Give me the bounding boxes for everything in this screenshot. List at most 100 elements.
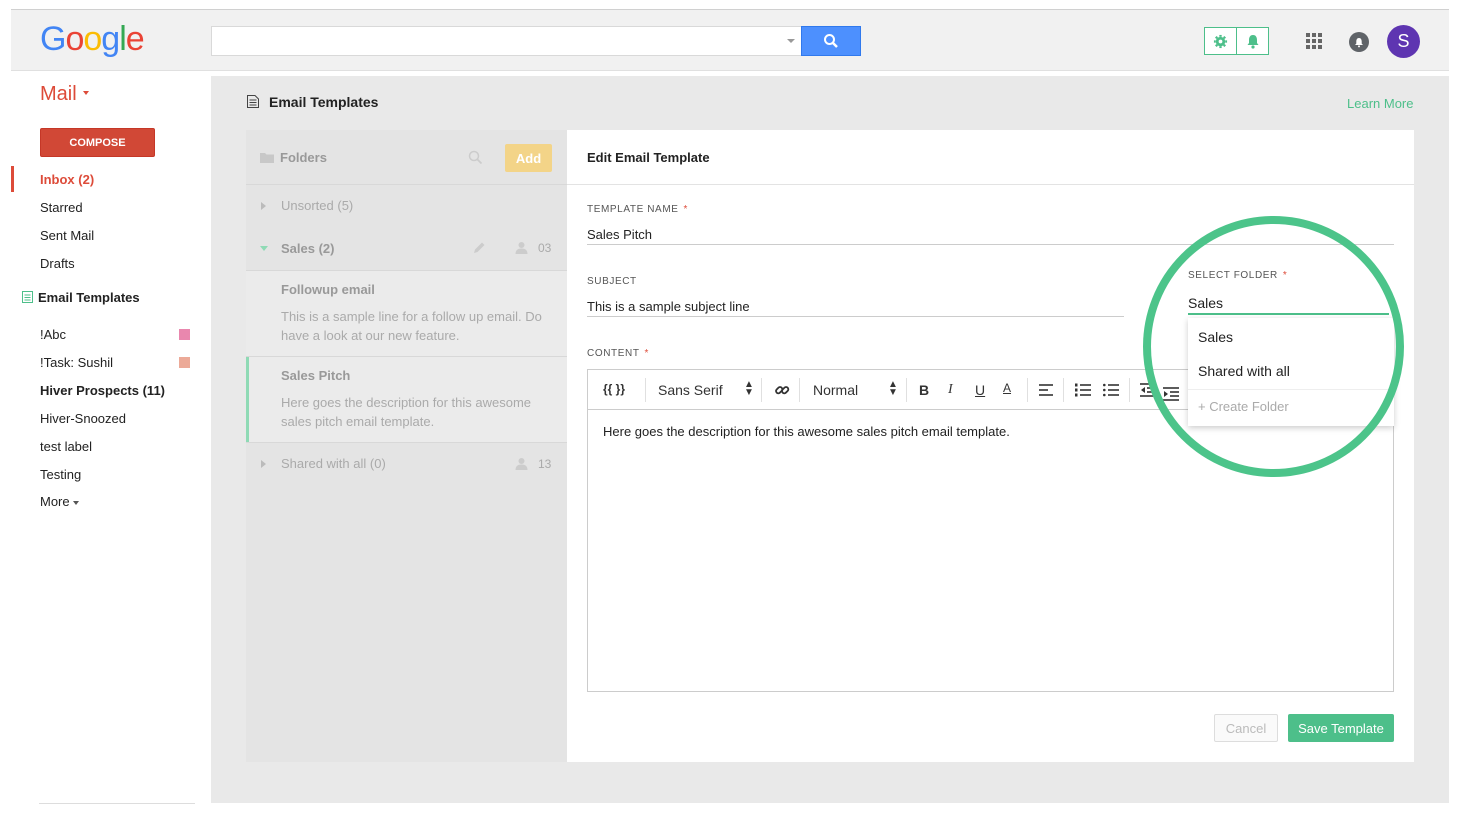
required-mark: * (683, 204, 689, 215)
insert-variable-button[interactable]: {{ }} (603, 382, 625, 396)
outdent-icon[interactable] (1140, 383, 1156, 397)
hiver-notifications-button[interactable] (1236, 28, 1268, 54)
create-folder-option[interactable]: + Create Folder (1198, 399, 1289, 414)
compose-button[interactable]: COMPOSE (40, 128, 155, 157)
edit-template-panel: Edit Email Template TEMPLATE NAME * Sales… (567, 130, 1414, 762)
font-family-select[interactable]: Sans Serif ▲ ▼ (658, 380, 754, 399)
avatar[interactable]: S (1387, 25, 1420, 58)
page-title: Email Templates (269, 94, 379, 110)
search-icon[interactable] (468, 150, 483, 165)
input-underline-focused (1188, 313, 1389, 315)
template-name-input[interactable]: Sales Pitch (587, 227, 652, 242)
toolbar-separator (1063, 378, 1064, 402)
folder-sales[interactable]: Sales (2) (281, 241, 334, 256)
underline-button[interactable]: U (975, 382, 985, 398)
template-card-body: Here goes the description for this aweso… (281, 395, 532, 429)
link-icon[interactable] (774, 382, 790, 398)
content-label: CONTENT * (587, 348, 649, 359)
hiver-settings-button[interactable] (1205, 28, 1236, 54)
subject-input[interactable]: This is a sample subject line (587, 299, 750, 314)
add-folder-button[interactable]: Add (505, 144, 552, 172)
bullet-list-icon[interactable] (1103, 383, 1119, 397)
logo-letter: e (125, 20, 145, 58)
hiver-toolbar (1204, 27, 1269, 55)
learn-more-link[interactable]: Learn More (1347, 96, 1413, 111)
sidebar-item-email-templates[interactable]: Email Templates (22, 290, 140, 305)
folder-icon (260, 153, 274, 163)
logo-letter: g (101, 20, 120, 58)
bold-button[interactable]: B (919, 382, 929, 398)
chevron-down-icon (72, 500, 79, 505)
input-underline (587, 244, 1394, 245)
label-text: TEMPLATE NAME (587, 204, 679, 215)
folder-shared-with-all[interactable]: Shared with all (0) (281, 456, 386, 471)
content-text: Here goes the description for this aweso… (603, 424, 1010, 439)
search-button[interactable] (801, 26, 861, 56)
search-icon (824, 34, 838, 48)
sidebar-label-hiver-snoozed[interactable]: Hiver-Snoozed (40, 411, 126, 426)
pencil-icon[interactable] (472, 241, 486, 255)
sidebar-item-drafts[interactable]: Drafts (40, 256, 75, 271)
apps-grid-icon[interactable] (1306, 33, 1322, 49)
select-folder-input[interactable]: Sales (1188, 295, 1223, 311)
label-color-swatch[interactable] (179, 329, 190, 340)
content-editor[interactable]: Here goes the description for this aweso… (587, 409, 1394, 692)
toolbar-separator (645, 378, 646, 402)
required-mark: * (644, 348, 650, 359)
sidebar-more[interactable]: More (40, 494, 79, 509)
collapse-icon[interactable] (260, 246, 268, 251)
toolbar-separator (1129, 378, 1130, 402)
divider (246, 442, 567, 443)
label-color-swatch[interactable] (179, 357, 190, 368)
logo-letter: o (65, 20, 84, 58)
font-size-select[interactable]: Normal ▲ ▼ (813, 380, 898, 399)
input-underline (587, 316, 1124, 317)
folder-option-shared-with-all[interactable]: Shared with all (1198, 363, 1290, 379)
google-logo[interactable]: Google (40, 20, 145, 59)
toolbar-separator (799, 378, 800, 402)
sidebar-label-abc[interactable]: !Abc (40, 327, 66, 342)
required-mark: * (1282, 270, 1288, 281)
sidebar-item-sent-mail[interactable]: Sent Mail (40, 228, 94, 243)
editor-title: Edit Email Template (587, 150, 710, 165)
notifications-icon[interactable] (1349, 32, 1369, 52)
sidebar-label-testing[interactable]: Testing (40, 467, 81, 482)
toolbar-separator (906, 378, 907, 402)
folder-unsorted[interactable]: Unsorted (5) (281, 198, 353, 213)
select-arrows-icon: ▲ ▼ (744, 379, 754, 398)
sidebar-label-task-sushil[interactable]: !Task: Sushil (40, 355, 113, 370)
template-card-body: This is a sample line for a follow up em… (281, 309, 542, 343)
logo-letter: G (40, 20, 66, 58)
user-icon (515, 242, 528, 254)
search-input[interactable] (211, 26, 802, 56)
save-template-button[interactable]: Save Template (1288, 714, 1394, 742)
sidebar-divider (39, 803, 195, 804)
label-text: SELECT FOLDER (1188, 270, 1278, 281)
sidebar-item-label: Email Templates (38, 290, 140, 305)
folder-dropdown-menu: Sales Shared with all + Create Folder (1188, 318, 1394, 426)
ordered-list-icon[interactable] (1075, 383, 1091, 397)
template-card[interactable]: Followup email This is a sample line for… (246, 271, 567, 356)
text-color-button[interactable]: A (1003, 381, 1011, 395)
align-left-icon[interactable] (1039, 384, 1053, 396)
mail-switcher[interactable]: Mail (40, 83, 89, 106)
font-family-value: Sans Serif (658, 382, 723, 398)
expand-icon[interactable] (261, 202, 266, 210)
expand-icon[interactable] (261, 460, 266, 468)
user-icon (515, 458, 528, 470)
sidebar-label-test-label[interactable]: test label (40, 439, 92, 454)
indent-icon[interactable] (1163, 387, 1179, 401)
label-text: CONTENT (587, 348, 640, 359)
sidebar-label-hiver-prospects[interactable]: Hiver Prospects (11) (40, 383, 165, 398)
cancel-button[interactable]: Cancel (1214, 714, 1278, 742)
toolbar-separator (1027, 378, 1028, 402)
folders-title: Folders (280, 150, 327, 165)
sidebar-item-inbox[interactable]: Inbox (2) (40, 172, 94, 187)
folder-option-sales[interactable]: Sales (1198, 329, 1233, 345)
template-card-selected[interactable]: Sales Pitch Here goes the description fo… (246, 357, 567, 442)
logo-letter: o (83, 20, 102, 58)
italic-button[interactable]: I (948, 382, 953, 398)
sidebar-item-starred[interactable]: Starred (40, 200, 83, 215)
search-options-caret-icon[interactable] (787, 39, 795, 43)
divider (1188, 389, 1394, 390)
